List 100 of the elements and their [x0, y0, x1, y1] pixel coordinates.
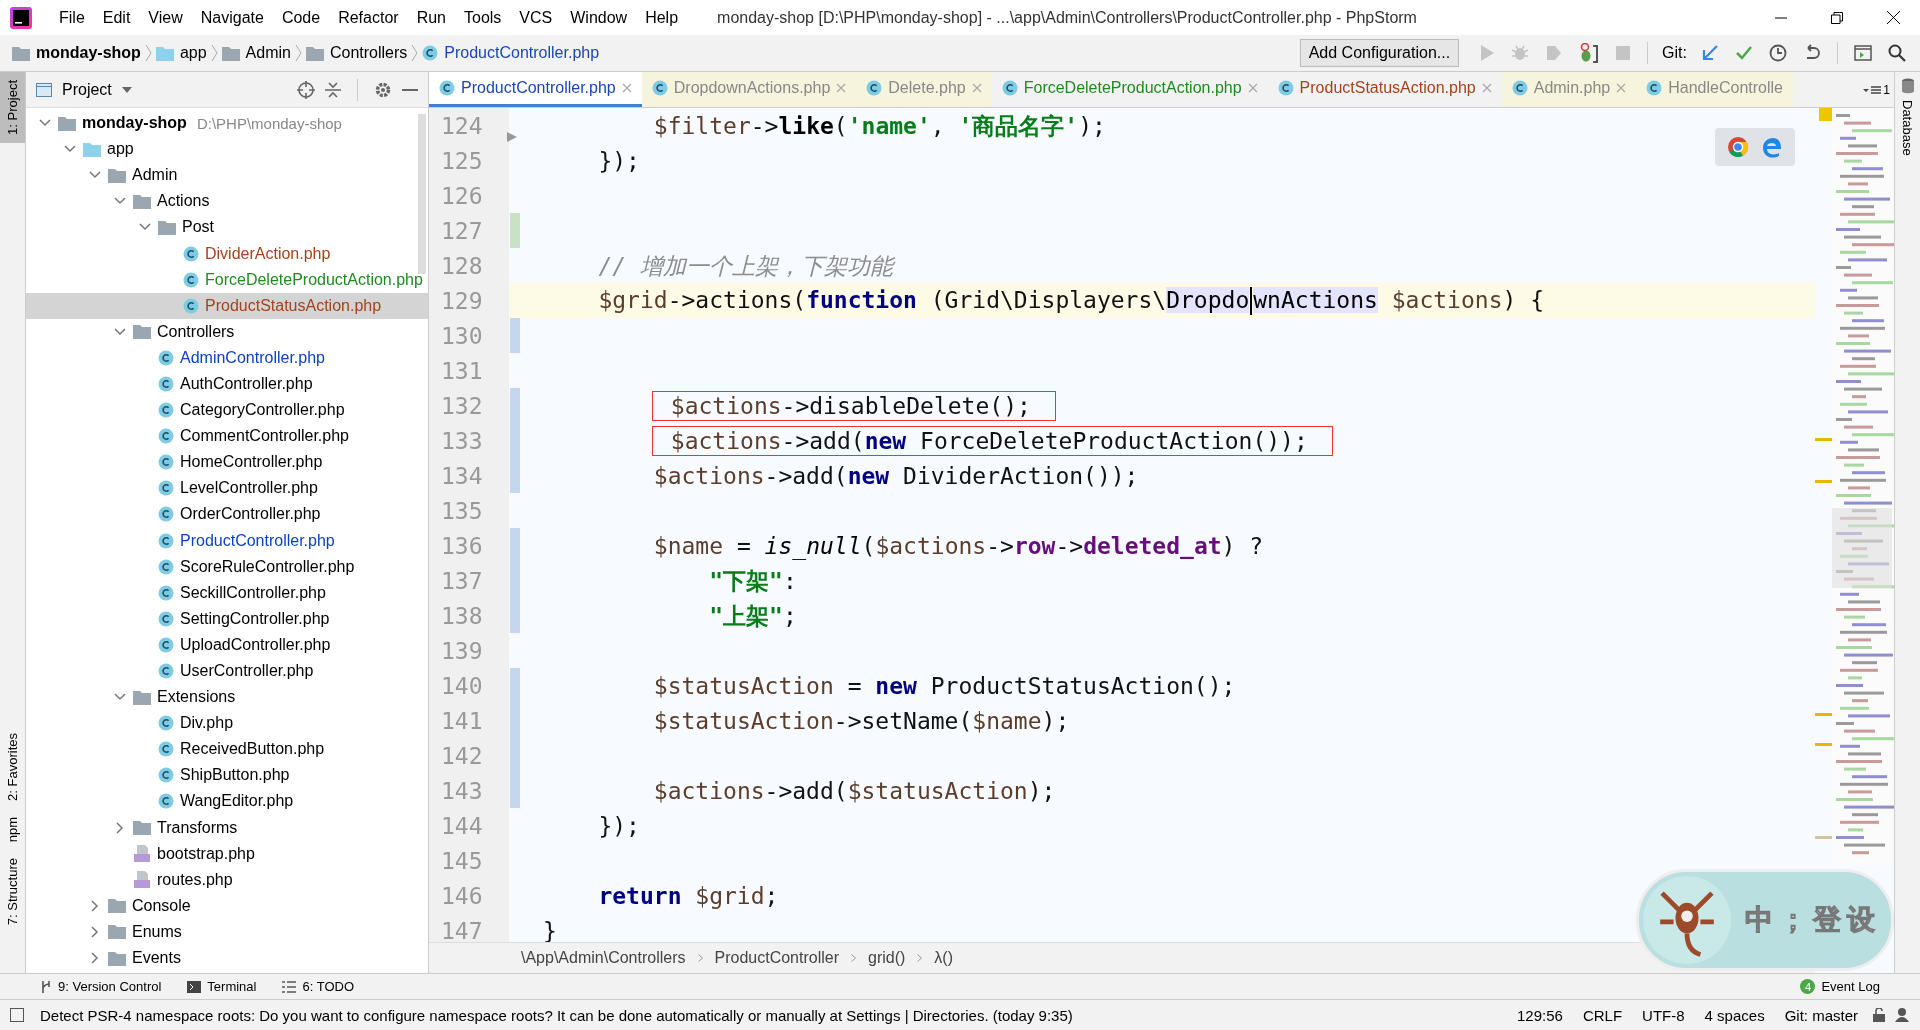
breadcrumb-item[interactable]: ProductController [714, 949, 839, 967]
nav-crumb[interactable]: Controllers [305, 44, 408, 62]
crosshair-icon[interactable] [297, 80, 315, 99]
tree-item[interactable]: app [26, 136, 428, 163]
status-item[interactable]: Git: master [1778, 1006, 1864, 1024]
menu-item[interactable]: View [139, 8, 192, 27]
add-configuration-button[interactable]: Add Configuration... [1299, 39, 1460, 67]
tree-item[interactable]: LevelController.php [26, 475, 428, 502]
status-item[interactable]: 129:56 [1511, 1006, 1569, 1024]
tool-window-tab[interactable]: Database [1900, 72, 1915, 162]
tree-item[interactable]: routes.php [26, 866, 428, 893]
chevron-right-icon[interactable] [116, 821, 124, 834]
chrome-icon[interactable] [1727, 136, 1749, 158]
menu-item[interactable]: Code [272, 8, 330, 27]
tree-item[interactable]: ForceDeleteProductAction.php [26, 266, 428, 293]
tree-item[interactable]: Actions [26, 188, 428, 215]
tree-item[interactable]: SeckillController.php [26, 579, 428, 606]
tree-item[interactable]: CategoryController.php [26, 397, 428, 424]
restore-icon[interactable] [1831, 11, 1843, 24]
tree-item[interactable]: SettingController.php [26, 605, 428, 632]
tree-item[interactable]: ProductStatusAction.php [26, 292, 428, 319]
chevron-right-icon[interactable] [91, 952, 99, 965]
editor-tab[interactable]: ProductController.php [429, 72, 642, 107]
editor-tab[interactable]: ForceDeleteProductAction.php [991, 72, 1268, 107]
chevron-down-icon[interactable] [39, 119, 51, 128]
tool-window-button[interactable]: 6: TODO [282, 979, 354, 994]
tree-item[interactable]: monday-shop D:\PHP\monday-shop [26, 110, 428, 137]
breadcrumb-item[interactable]: grid() [868, 949, 906, 967]
tree-item[interactable]: AuthController.php [26, 370, 428, 398]
tool-window-tab[interactable]: 2: Favorites [0, 724, 25, 809]
tree-item[interactable]: Div.php [26, 710, 428, 737]
tool-window-button[interactable]: 9: Version Control [40, 979, 162, 994]
lock-icon[interactable] [1872, 1008, 1886, 1022]
minimize-icon[interactable] [402, 87, 418, 92]
chevron-down-icon[interactable] [114, 197, 126, 206]
chevron-down-icon[interactable] [139, 223, 151, 232]
editor-tab[interactable]: ProductStatusAction.php [1267, 72, 1502, 107]
nav-crumb[interactable]: Admin [221, 44, 291, 62]
tree-item[interactable]: UploadController.php [26, 631, 428, 658]
tree-item[interactable]: Post [26, 214, 428, 241]
nav-crumb[interactable]: monday-shop [12, 44, 141, 62]
panel-title[interactable]: Project [62, 80, 112, 99]
search-icon[interactable] [1888, 44, 1906, 62]
tree-item[interactable]: HomeController.php [26, 449, 428, 476]
tree-item[interactable]: bootstrap.php [26, 840, 428, 867]
chevron-down-icon[interactable] [64, 145, 76, 154]
menu-item[interactable]: Window [561, 8, 637, 27]
chevron-right-icon[interactable] [91, 899, 99, 912]
tree-item[interactable]: AdminController.php [26, 344, 428, 371]
menu-item[interactable]: Help [636, 8, 688, 27]
tool-window-tab[interactable]: 1: Project [0, 72, 25, 143]
tree-item[interactable]: Transforms [26, 814, 428, 841]
status-item[interactable]: 4 spaces [1698, 1006, 1771, 1024]
menu-item[interactable]: File [50, 8, 94, 27]
tree-item[interactable]: ReceivedButton.php [26, 736, 428, 763]
nav-crumb[interactable]: app [155, 44, 207, 62]
status-item[interactable]: CRLF [1576, 1006, 1629, 1024]
tool-window-button[interactable]: Terminal [187, 979, 257, 994]
breadcrumb-item[interactable]: \App\Admin\Controllers [521, 949, 686, 967]
tree-item[interactable]: CommentController.php [26, 423, 428, 450]
menu-item[interactable]: VCS [510, 8, 562, 27]
settings-icon[interactable] [374, 80, 392, 99]
menu-item[interactable]: Navigate [191, 8, 273, 27]
scrollbar[interactable] [418, 114, 426, 274]
tree-item[interactable]: DividerAction.php [26, 240, 428, 267]
tree-item[interactable]: Events [26, 945, 428, 972]
caret-down-icon[interactable] [121, 86, 132, 93]
tree-item[interactable]: Console [26, 892, 428, 919]
history-icon[interactable] [1769, 44, 1787, 62]
chevron-down-icon[interactable] [114, 693, 126, 702]
tree-item[interactable]: OrderController.php [26, 501, 428, 528]
chevron-down-icon[interactable] [89, 171, 101, 180]
terminal-window-icon[interactable] [1854, 45, 1872, 61]
tree-item[interactable]: UserController.php [26, 657, 428, 685]
menu-item[interactable]: Run [407, 8, 455, 27]
tree-item[interactable]: ScoreRuleController.php [26, 553, 428, 580]
checkmark-icon[interactable] [1735, 44, 1753, 62]
edge-icon[interactable] [1761, 136, 1783, 158]
chevron-right-icon[interactable] [91, 925, 99, 938]
tool-window-tab[interactable]: 7: Structure [0, 849, 25, 933]
arrow-down-left-icon[interactable] [1701, 44, 1719, 62]
chevron-down-icon[interactable] [114, 327, 126, 336]
status-item[interactable]: UTF-8 [1636, 1006, 1691, 1024]
tree-item[interactable]: ShipButton.php [26, 762, 428, 789]
tree-item[interactable]: Controllers [26, 318, 428, 345]
menu-item[interactable]: Tools [455, 8, 511, 27]
tree-item[interactable]: ProductController.php [26, 527, 428, 554]
tree-item[interactable]: WangEditor.php [26, 788, 428, 815]
tree-item[interactable]: Enums [26, 918, 428, 945]
fold-marker-icon[interactable] [507, 132, 517, 142]
breadcrumb-item[interactable]: λ() [934, 949, 953, 967]
tool-window-tab[interactable]: npm [0, 808, 25, 850]
window-icon[interactable] [10, 1008, 24, 1022]
menu-item[interactable]: Refactor [329, 8, 408, 27]
menu-item[interactable]: Edit [93, 8, 140, 27]
close-icon[interactable] [1887, 11, 1900, 24]
event-log-button[interactable]: Event Log [1821, 979, 1880, 994]
collapse-all-icon[interactable] [325, 80, 341, 99]
tab-list-button[interactable]: 1 [1859, 72, 1894, 107]
nav-crumb[interactable]: ProductController.php [422, 44, 600, 62]
